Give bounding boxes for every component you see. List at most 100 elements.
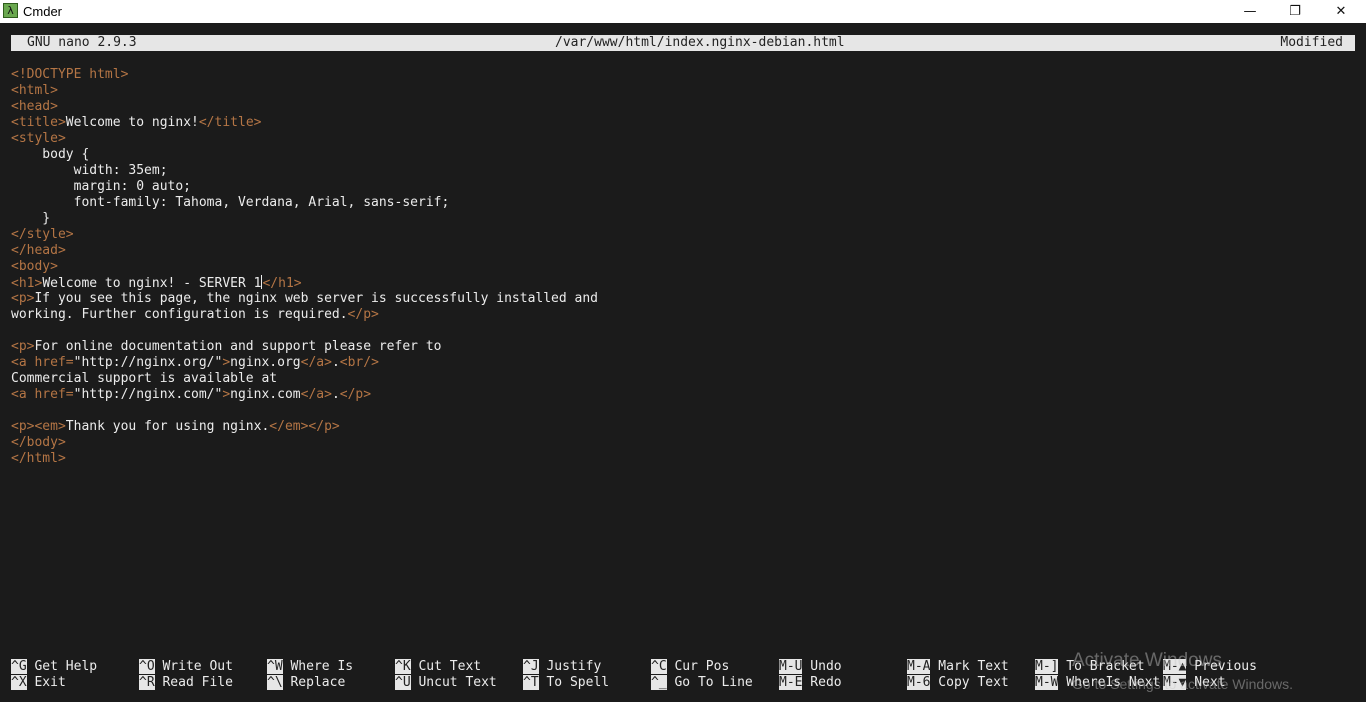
file-name: /var/www/html/index.nginx-debian.html — [555, 35, 845, 50]
html-tag: <html> — [11, 83, 58, 98]
html-tag: <style> — [11, 131, 66, 146]
code-line: <body> — [11, 259, 598, 275]
shortcut-item: ^X Exit — [11, 675, 66, 691]
code-text: width: 35em; — [11, 163, 168, 178]
code-text: nginx.org — [230, 355, 301, 370]
code-line: </html> — [11, 451, 598, 467]
code-line: <title>Welcome to nginx!</title> — [11, 115, 598, 131]
code-text: "http://nginx.org/" — [73, 355, 223, 370]
shortcut-item: ^O Write Out — [139, 659, 233, 675]
html-tag: <a href= — [11, 355, 74, 370]
shortcut-key: ^O — [139, 659, 155, 674]
code-line: <a href="http://nginx.com/">nginx.com</a… — [11, 387, 598, 403]
code-text: Thank you for using nginx. — [65, 419, 270, 434]
nano-title-bar: GNU nano 2.9.3 /var/www/html/index.nginx… — [11, 35, 1355, 51]
shortcut-label: Get Help — [26, 659, 98, 674]
code-line: margin: 0 auto; — [11, 179, 598, 195]
code-text: . — [331, 355, 340, 370]
html-tag: </a> — [300, 387, 332, 402]
code-line: </head> — [11, 243, 598, 259]
shortcut-key: M-W — [1035, 675, 1059, 690]
code-text: body { — [11, 147, 90, 162]
code-line: </body> — [11, 435, 598, 451]
code-text: Commercial support is available at — [11, 371, 278, 386]
activate-windows-watermark: Activate Windows — [1072, 650, 1222, 671]
shortcut-item: ^J Justify — [523, 659, 601, 675]
code-line: <style> — [11, 131, 598, 147]
code-line: <!DOCTYPE html> — [11, 67, 598, 83]
shortcut-item: ^G Get Help — [11, 659, 97, 675]
code-text: working. Further configuration is requir… — [11, 307, 348, 322]
shortcut-key: ^C — [651, 659, 667, 674]
maximize-button[interactable]: ❐ — [1272, 0, 1318, 23]
code-line: </style> — [11, 227, 598, 243]
code-text: If you see this page, the nginx web serv… — [34, 291, 599, 306]
shortcut-label: Go To Line — [666, 675, 753, 690]
code-line: <a href="http://nginx.org/">nginx.org</a… — [11, 355, 598, 371]
shortcut-label: Where Is — [282, 659, 354, 674]
html-tag: > — [222, 355, 231, 370]
shortcut-key: ^\ — [267, 675, 283, 690]
shortcut-label: Replace — [282, 675, 346, 690]
terminal[interactable]: GNU nano 2.9.3 /var/www/html/index.nginx… — [0, 23, 1366, 702]
shortcut-key: M-U — [779, 659, 803, 674]
html-tag: <p> — [11, 339, 35, 354]
shortcut-key: ^_ — [651, 675, 667, 690]
html-tag: <p> — [11, 291, 35, 306]
shortcut-key: M-6 — [907, 675, 931, 690]
shortcut-item: ^T To Spell — [523, 675, 609, 691]
html-tag: > — [222, 387, 231, 402]
code-text: Welcome to nginx! — [65, 115, 199, 130]
shortcut-item: ^W Where Is — [267, 659, 353, 675]
shortcut-key: ^J — [523, 659, 539, 674]
shortcut-item: ^\ Replace — [267, 675, 345, 691]
activate-windows-hint: Go to Settings to activate Windows. — [1072, 676, 1293, 692]
code-text: "http://nginx.com/" — [73, 387, 223, 402]
shortcut-item: ^U Uncut Text — [395, 675, 497, 691]
shortcut-label: To Spell — [538, 675, 610, 690]
code-line: } — [11, 211, 598, 227]
code-text: Welcome to nginx! - SERVER 1 — [42, 276, 262, 291]
shortcut-label: Uncut Text — [410, 675, 497, 690]
code-line: <p><em>Thank you for using nginx.</em></… — [11, 419, 598, 435]
code-line: <h1>Welcome to nginx! - SERVER 1</h1> — [11, 275, 598, 291]
html-tag: </html> — [11, 451, 66, 466]
close-button[interactable]: ✕ — [1318, 0, 1364, 23]
nano-version: GNU nano 2.9.3 — [27, 35, 137, 50]
lambda-icon: λ — [3, 3, 18, 18]
shortcut-key: ^W — [267, 659, 283, 674]
code-text: For online documentation and support ple… — [34, 339, 442, 354]
shortcut-item: M-E Redo — [779, 675, 842, 691]
html-tag: <a href= — [11, 387, 74, 402]
code-line: font-family: Tahoma, Verdana, Arial, san… — [11, 195, 598, 211]
shortcut-label: Write Out — [154, 659, 233, 674]
shortcut-key: ^G — [11, 659, 27, 674]
shortcut-key: M-A — [907, 659, 931, 674]
html-tag: <body> — [11, 259, 58, 274]
html-tag: <h1> — [11, 276, 43, 291]
shortcut-key: ^T — [523, 675, 539, 690]
shortcut-label: Cur Pos — [666, 659, 730, 674]
shortcut-item: M-6 Copy Text — [907, 675, 1009, 691]
shortcut-item: ^C Cur Pos — [651, 659, 729, 675]
html-tag: </p> — [339, 387, 372, 402]
html-tag: </body> — [11, 435, 66, 450]
shortcut-label: Read File — [154, 675, 233, 690]
html-tag: <!DOCTYPE html> — [11, 67, 129, 82]
shortcut-key: ^U — [395, 675, 411, 690]
code-line: width: 35em; — [11, 163, 598, 179]
shortcut-item: ^R Read File — [139, 675, 233, 691]
shortcut-label: Justify — [538, 659, 602, 674]
shortcut-item: ^K Cut Text — [395, 659, 481, 675]
minimize-button[interactable]: — — [1227, 0, 1273, 23]
html-tag: </head> — [11, 243, 66, 258]
html-tag: <title> — [11, 115, 66, 130]
shortcut-label: Copy Text — [930, 675, 1009, 690]
html-tag: </title> — [198, 115, 262, 130]
editor-buffer[interactable]: <!DOCTYPE html> <html> <head> <title>Welcom… — [11, 67, 598, 467]
code-line: <head> — [11, 99, 598, 115]
shortcut-label: Mark Text — [930, 659, 1009, 674]
shortcut-key: ^X — [11, 675, 27, 690]
